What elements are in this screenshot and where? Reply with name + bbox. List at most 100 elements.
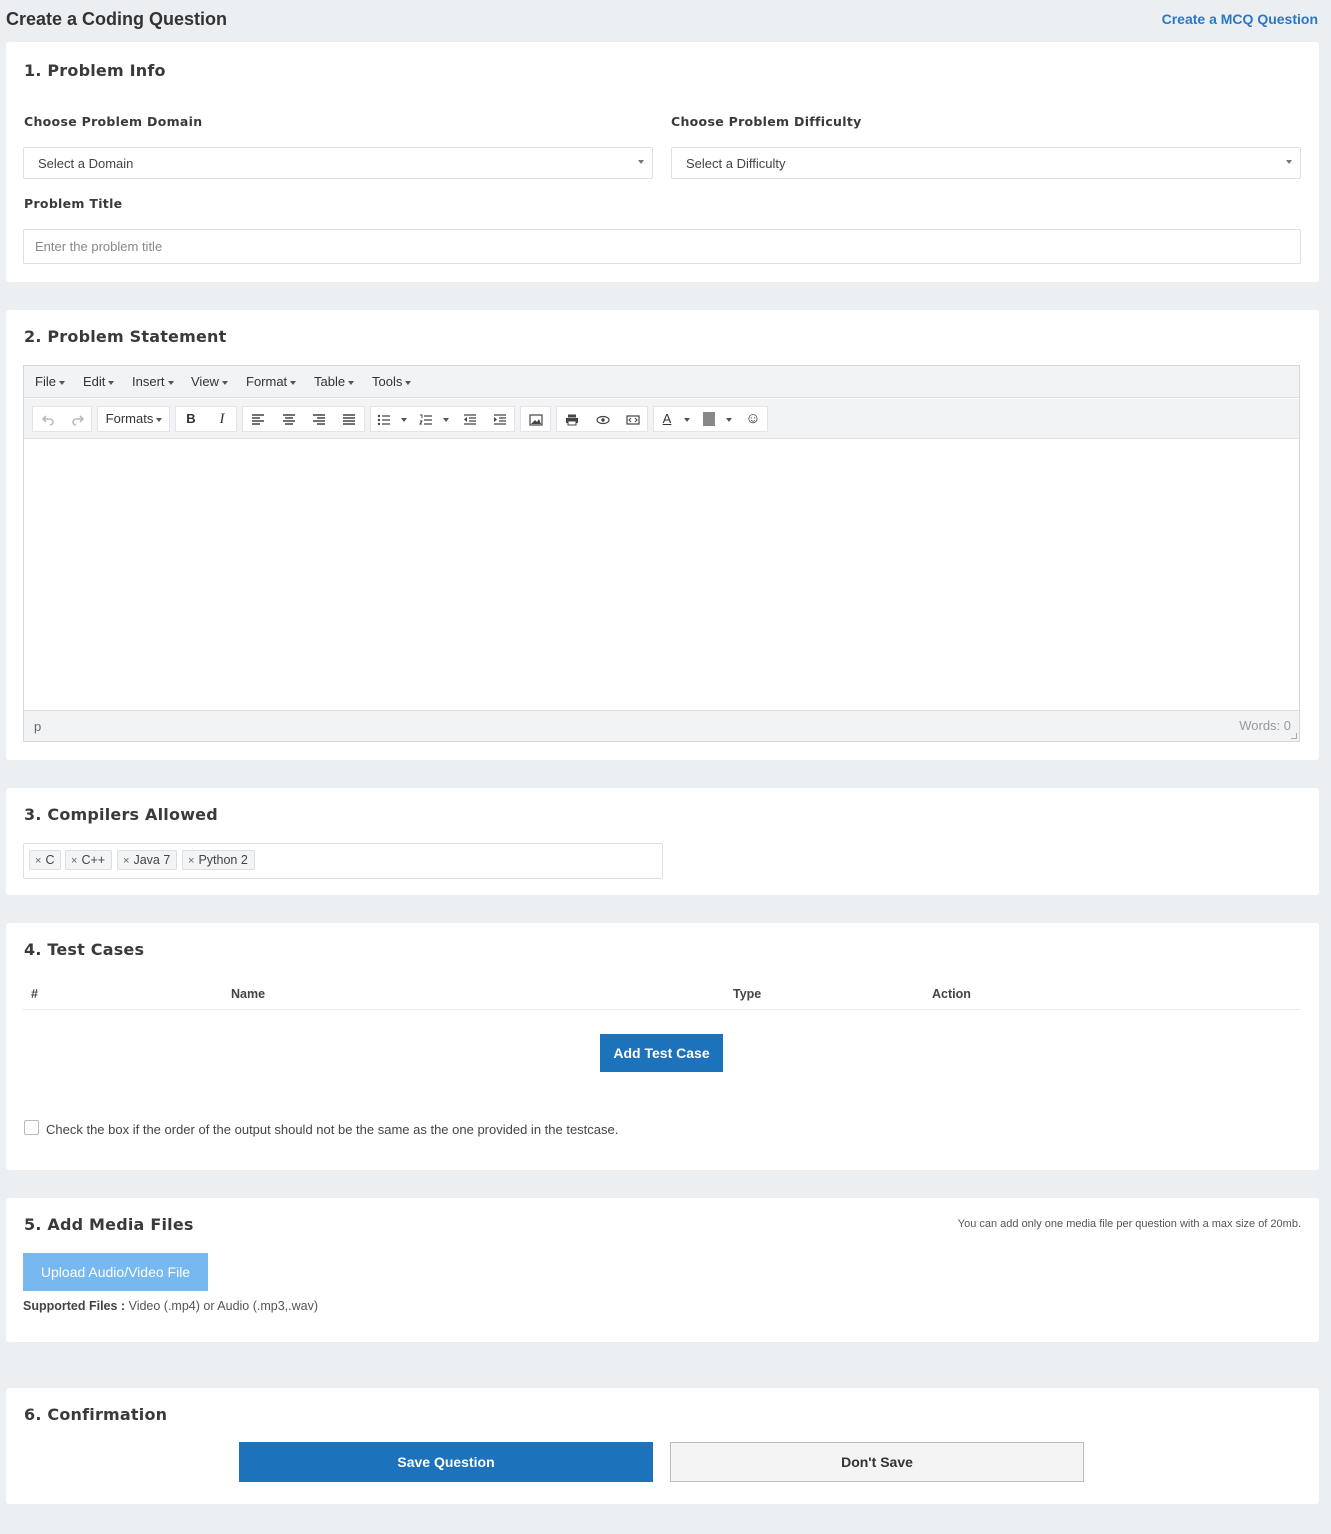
print-icon[interactable]	[557, 407, 587, 431]
align-center-icon[interactable]	[274, 407, 304, 431]
menu-file[interactable]: File	[35, 374, 65, 389]
image-group	[520, 406, 551, 432]
add-test-case-button[interactable]: Add Test Case	[600, 1034, 723, 1072]
column-header-name: Name	[231, 987, 266, 1001]
compiler-tag-label: Python 2	[198, 853, 248, 867]
dont-save-button[interactable]: Don't Save	[670, 1442, 1084, 1482]
image-icon[interactable]	[521, 407, 551, 431]
supported-files-label: Supported Files :	[23, 1299, 126, 1313]
compilers-multiselect[interactable]: × C × C++ × Java 7 × Python 2	[23, 843, 663, 879]
section-title: 1. Problem Info	[24, 61, 166, 80]
compiler-tag: × C	[29, 850, 62, 870]
remove-tag-icon[interactable]: ×	[35, 855, 41, 867]
undo-icon[interactable]	[33, 407, 62, 431]
align-justify-icon[interactable]	[334, 407, 364, 431]
menu-label: View	[191, 374, 219, 389]
chevron-down-icon	[401, 417, 407, 422]
menu-view[interactable]: View	[191, 374, 228, 389]
output-order-checkbox[interactable]	[24, 1120, 39, 1135]
editor-menubar: File Edit Insert View Format Table Tools	[24, 366, 1299, 398]
menu-format[interactable]: Format	[246, 374, 297, 389]
text-color-dropdown[interactable]	[680, 407, 694, 431]
history-group	[32, 406, 92, 432]
chevron-down-icon	[156, 417, 163, 422]
chevron-down-icon	[348, 380, 355, 385]
column-header-action: Action	[932, 987, 971, 1001]
formats-group: Formats	[97, 406, 170, 432]
menu-table[interactable]: Table	[314, 374, 355, 389]
compilers-card: 3. Compilers Allowed × C × C++ × Java 7 × Py…	[6, 788, 1319, 895]
chevron-down-icon	[443, 417, 449, 422]
compiler-tag: × Java 7	[117, 850, 178, 870]
menu-label: File	[35, 374, 56, 389]
background-color-icon: A	[702, 411, 716, 426]
indent-icon[interactable]	[485, 407, 515, 431]
element-path[interactable]: p	[34, 719, 41, 734]
problem-title-label: Problem Title	[24, 196, 123, 211]
problem-statement-card: 2. Problem Statement File Edit Insert Vi…	[6, 310, 1319, 760]
compiler-tag-label: Java 7	[133, 853, 171, 867]
code-icon[interactable]	[618, 407, 648, 431]
menu-edit[interactable]: Edit	[83, 374, 115, 389]
problem-title-input[interactable]	[23, 229, 1301, 264]
chevron-down-icon	[108, 380, 115, 385]
editor-content-area[interactable]	[24, 440, 1299, 711]
domain-label: Choose Problem Domain	[24, 114, 203, 129]
chevron-down-icon	[405, 380, 412, 385]
header-divider	[23, 1009, 1300, 1010]
chevron-down-icon	[58, 380, 65, 385]
style-group: B I	[175, 406, 237, 432]
formats-dropdown[interactable]: Formats	[98, 407, 170, 431]
column-header-type: Type	[733, 987, 762, 1001]
menu-label: Tools	[372, 374, 403, 389]
word-count: Words: 0	[1239, 718, 1291, 733]
editor-toolbar: Formats B I A A ☺	[24, 399, 1299, 439]
editor-statusbar: p Words: 0	[24, 710, 1299, 741]
menu-tools[interactable]: Tools	[372, 374, 412, 389]
redo-icon[interactable]	[63, 407, 92, 431]
difficulty-select[interactable]: Select a Difficulty	[671, 147, 1301, 179]
text-color-button[interactable]: A	[654, 407, 680, 431]
domain-select[interactable]: Select a Domain	[23, 147, 653, 179]
media-card: 5. Add Media Files You can add only one …	[6, 1198, 1319, 1342]
menu-label: Format	[246, 374, 288, 389]
align-right-icon[interactable]	[304, 407, 334, 431]
remove-tag-icon[interactable]: ×	[123, 855, 129, 867]
section-title: 4. Test Cases	[24, 940, 145, 959]
compiler-tag: × C++	[65, 850, 113, 870]
emoticons-icon[interactable]: ☺	[738, 407, 768, 431]
bullet-list-dropdown[interactable]	[397, 407, 411, 431]
domain-select-value: Select a Domain	[38, 156, 134, 171]
list-group	[370, 406, 515, 432]
compiler-tag-label: C++	[81, 853, 106, 867]
remove-tag-icon[interactable]: ×	[71, 855, 77, 867]
bold-button[interactable]: B	[176, 407, 206, 431]
section-title: 5. Add Media Files	[24, 1215, 194, 1234]
output-order-label: Check the box if the order of the output…	[46, 1122, 619, 1137]
resize-handle[interactable]	[1291, 733, 1297, 739]
compiler-tag: × Python 2	[182, 850, 255, 870]
italic-button[interactable]: I	[207, 407, 237, 431]
background-color-button[interactable]: A	[696, 407, 722, 431]
numbered-list-dropdown[interactable]	[439, 407, 453, 431]
chevron-down-icon	[1286, 160, 1292, 164]
chevron-down-icon	[726, 417, 732, 422]
text-color-icon: A	[662, 411, 672, 426]
preview-icon[interactable]	[588, 407, 618, 431]
numbered-list-icon[interactable]	[413, 407, 439, 431]
background-color-dropdown[interactable]	[722, 407, 736, 431]
menu-insert[interactable]: Insert	[132, 374, 174, 389]
remove-tag-icon[interactable]: ×	[188, 855, 194, 867]
create-mcq-link[interactable]: Create a MCQ Question	[1162, 11, 1318, 27]
save-question-button[interactable]: Save Question	[239, 1442, 653, 1482]
upload-media-button[interactable]: Upload Audio/Video File	[23, 1253, 208, 1291]
section-title: 2. Problem Statement	[24, 327, 227, 346]
section-title: 3. Compilers Allowed	[24, 805, 218, 824]
bullet-list-icon[interactable]	[371, 407, 397, 431]
misc-group	[556, 406, 648, 432]
supported-files-value: Video (.mp4) or Audio (.mp3,.wav)	[128, 1299, 319, 1313]
align-group	[242, 406, 365, 432]
outdent-icon[interactable]	[455, 407, 485, 431]
align-left-icon[interactable]	[243, 407, 273, 431]
chevron-down-icon	[290, 380, 297, 385]
